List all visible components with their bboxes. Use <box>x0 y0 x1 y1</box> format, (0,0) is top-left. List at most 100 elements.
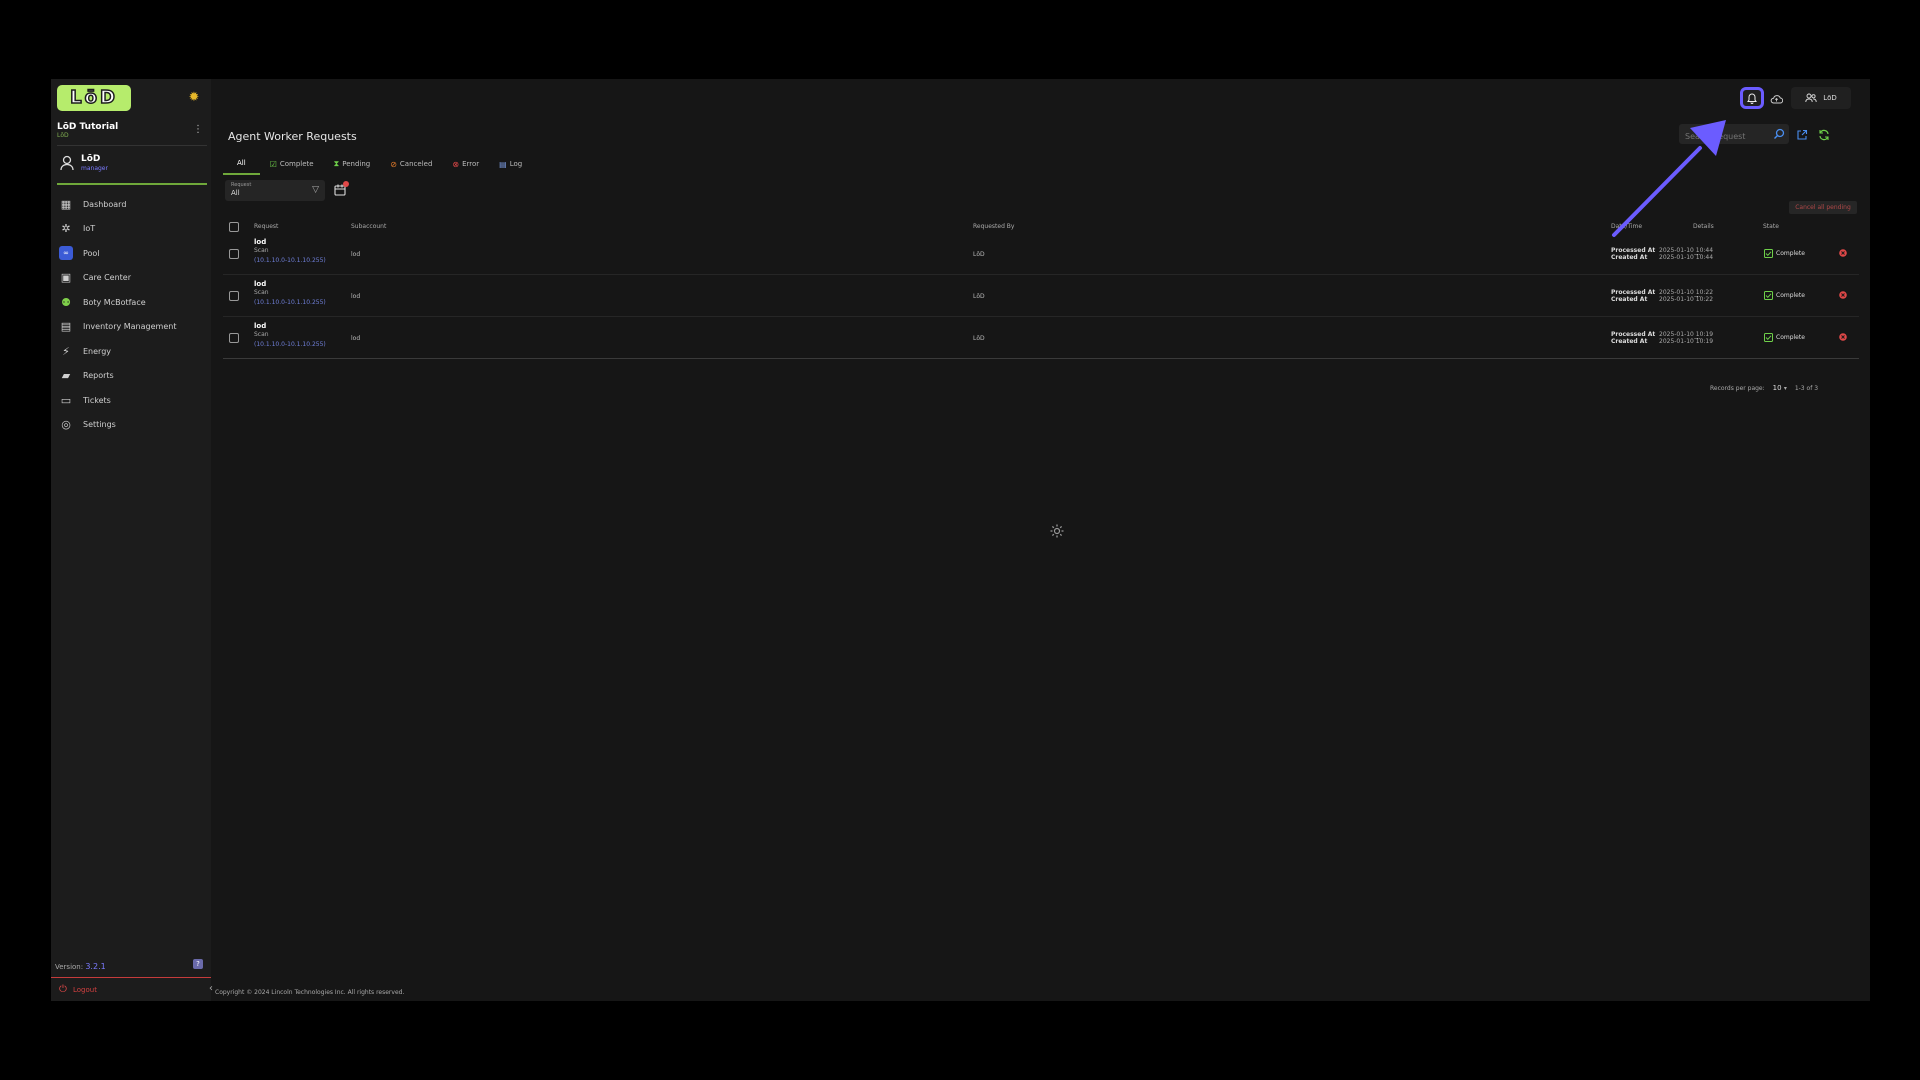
check-square-icon <box>1764 291 1773 300</box>
subaccount-cell: lod <box>351 251 361 258</box>
table-row[interactable]: lod Scan (10.1.10.0-10.1.10.255) lod LōD… <box>223 275 1859 317</box>
datetime-labels: Processed At Created At <box>1611 289 1655 303</box>
sidebar-item-care-center[interactable]: ▣ Care Center <box>51 266 211 291</box>
user-profile[interactable]: LōD manager <box>57 151 207 185</box>
main-content: Agent Worker Requests All ☑ Complete ⧗ P… <box>223 121 1861 961</box>
table-row[interactable]: lod Scan (10.1.10.0-10.1.10.255) lod LōD… <box>223 317 1859 359</box>
select-all-checkbox[interactable] <box>229 222 239 232</box>
sidebar-item-label: Boty McBotface <box>83 297 146 307</box>
logout-label: Logout <box>73 986 97 994</box>
hourglass-icon: ⧗ <box>333 159 340 168</box>
records-per-page-value: 10 <box>1772 384 1782 392</box>
user-name: LōD <box>81 154 101 164</box>
column-header-requested-by[interactable]: Requested By <box>973 223 1014 230</box>
tab-label: All <box>237 159 246 167</box>
request-range-link[interactable]: (10.1.10.0-10.1.10.255) <box>254 257 326 264</box>
tab-log[interactable]: ▤ Log <box>489 153 532 175</box>
column-header-request[interactable]: Request <box>254 223 278 230</box>
sidebar-item-iot[interactable]: ✲ IoT <box>51 217 211 242</box>
processed-label: Processed At <box>1611 289 1656 296</box>
canceled-icon: ⊘ <box>390 159 397 169</box>
sidebar-item-energy[interactable]: ⚡ Energy <box>51 339 211 364</box>
account-menu-button[interactable]: LōD <box>1791 87 1851 109</box>
sidebar-item-pool[interactable]: ∞ Pool <box>51 241 211 266</box>
notifications-button[interactable] <box>1740 87 1764 109</box>
created-at: 2025-01-10 10:44 <box>1659 254 1714 261</box>
filter-label: Request <box>231 182 252 188</box>
sidebar-item-label: Settings <box>83 420 116 430</box>
tab-complete[interactable]: ☑ Complete <box>260 153 324 175</box>
cancel-request-icon[interactable] <box>1839 291 1847 299</box>
request-filter-select[interactable]: Request All ▽ <box>225 180 325 201</box>
copyright-footer: Copyright © 2024 Lincoln Technologies In… <box>215 989 405 996</box>
tab-pending[interactable]: ⧗ Pending <box>324 153 381 175</box>
created-at: 2025-01-10 10:19 <box>1659 338 1714 345</box>
column-header-subaccount[interactable]: Subaccount <box>351 223 386 230</box>
log-icon: ▤ <box>499 159 507 169</box>
sidebar-item-boty[interactable]: ⚉ Boty McBotface <box>51 290 211 315</box>
inventory-icon: ▤ <box>60 320 72 334</box>
tab-canceled[interactable]: ⊘ Canceled <box>380 153 442 175</box>
datetime-values: 2025-01-10 10:22 2025-01-10 10:22 <box>1659 289 1713 303</box>
help-icon[interactable]: ? <box>193 959 203 969</box>
sidebar-item-reports[interactable]: ▰ Reports <box>51 364 211 389</box>
row-checkbox[interactable] <box>229 291 239 301</box>
version-value: 3.2.1 <box>85 962 106 971</box>
search-box <box>1679 124 1789 147</box>
power-icon: ⏻ <box>59 984 67 995</box>
column-header-datetime[interactable]: Date/Time <box>1611 223 1642 230</box>
column-header-state[interactable]: State <box>1763 223 1779 230</box>
datetime-labels: Processed At Created At <box>1611 331 1655 345</box>
error-icon: ⊗ <box>452 159 460 169</box>
collapse-sidebar-icon[interactable]: ‹ <box>209 983 213 994</box>
details-cell: --- <box>1694 251 1701 258</box>
request-title: lod <box>254 322 267 330</box>
sidebar-item-tickets[interactable]: ▭ Tickets <box>51 388 211 413</box>
records-per-page-select[interactable]: 10 ▾ <box>1773 384 1787 392</box>
requested-by-cell: LōD <box>973 293 985 300</box>
more-options-icon[interactable]: ⋮ <box>193 124 203 135</box>
refresh-icon[interactable] <box>1818 129 1830 141</box>
sidebar-item-label: Dashboard <box>83 199 127 209</box>
cancel-request-icon[interactable] <box>1839 249 1847 257</box>
tab-error[interactable]: ⊗ Error <box>442 153 489 175</box>
tab-all[interactable]: All <box>223 153 260 175</box>
created-at: 2025-01-10 10:22 <box>1659 296 1714 303</box>
logout-button[interactable]: ⏻ Logout ‹ <box>51 977 213 1001</box>
requests-table: Request Subaccount Requested By Date/Tim… <box>223 221 1859 359</box>
sidebar-item-settings[interactable]: ◎ Settings <box>51 413 211 438</box>
request-range-link[interactable]: (10.1.10.0-10.1.10.255) <box>254 341 326 348</box>
request-range-link[interactable]: (10.1.10.0-10.1.10.255) <box>254 299 326 306</box>
created-label: Created At <box>1611 254 1648 261</box>
cloud-upload-button[interactable] <box>1767 90 1785 108</box>
sidebar-item-dashboard[interactable]: ▦ Dashboard <box>51 192 211 217</box>
export-icon[interactable] <box>1796 129 1808 141</box>
processed-at: 2025-01-10 10:44 <box>1659 247 1714 254</box>
org-selector[interactable]: LōD Tutorial LōD ⋮ <box>57 122 207 146</box>
cancel-all-pending-button[interactable]: Cancel all pending <box>1789 201 1857 214</box>
sidebar-item-inventory[interactable]: ▤ Inventory Management <box>51 315 211 340</box>
search-input[interactable] <box>1679 126 1764 147</box>
row-checkbox[interactable] <box>229 333 239 343</box>
caret-down-icon: ▾ <box>1783 385 1787 392</box>
page-range: 1-3 of 3 <box>1794 384 1819 392</box>
table-header: Request Subaccount Requested By Date/Tim… <box>223 221 1859 233</box>
sidebar-item-label: Tickets <box>83 395 111 405</box>
datetime-values: 2025-01-10 10:19 2025-01-10 10:19 <box>1659 331 1713 345</box>
state-badge: Complete <box>1764 333 1805 342</box>
account-name: LōD <box>1823 94 1837 102</box>
version-label: Version: <box>55 963 84 971</box>
search-icon[interactable] <box>1773 128 1785 140</box>
table-row[interactable]: lod Scan (10.1.10.0-10.1.10.255) lod LōD… <box>223 233 1859 275</box>
dashboard-icon: ▦ <box>60 197 72 211</box>
row-checkbox[interactable] <box>229 249 239 259</box>
status-tabs: All ☑ Complete ⧗ Pending ⊘ Canceled ⊗ Er… <box>223 153 532 175</box>
column-header-details[interactable]: Details <box>1693 223 1714 230</box>
cancel-request-icon[interactable] <box>1839 333 1847 341</box>
request-type: Scan <box>254 247 269 254</box>
app-logo[interactable]: LōD <box>57 85 131 111</box>
version-info: Version: 3.2.1 <box>55 962 106 971</box>
check-square-icon <box>1764 249 1773 258</box>
bot-icon: ⚉ <box>61 295 71 309</box>
sun-icon[interactable]: ✹ <box>185 89 203 107</box>
